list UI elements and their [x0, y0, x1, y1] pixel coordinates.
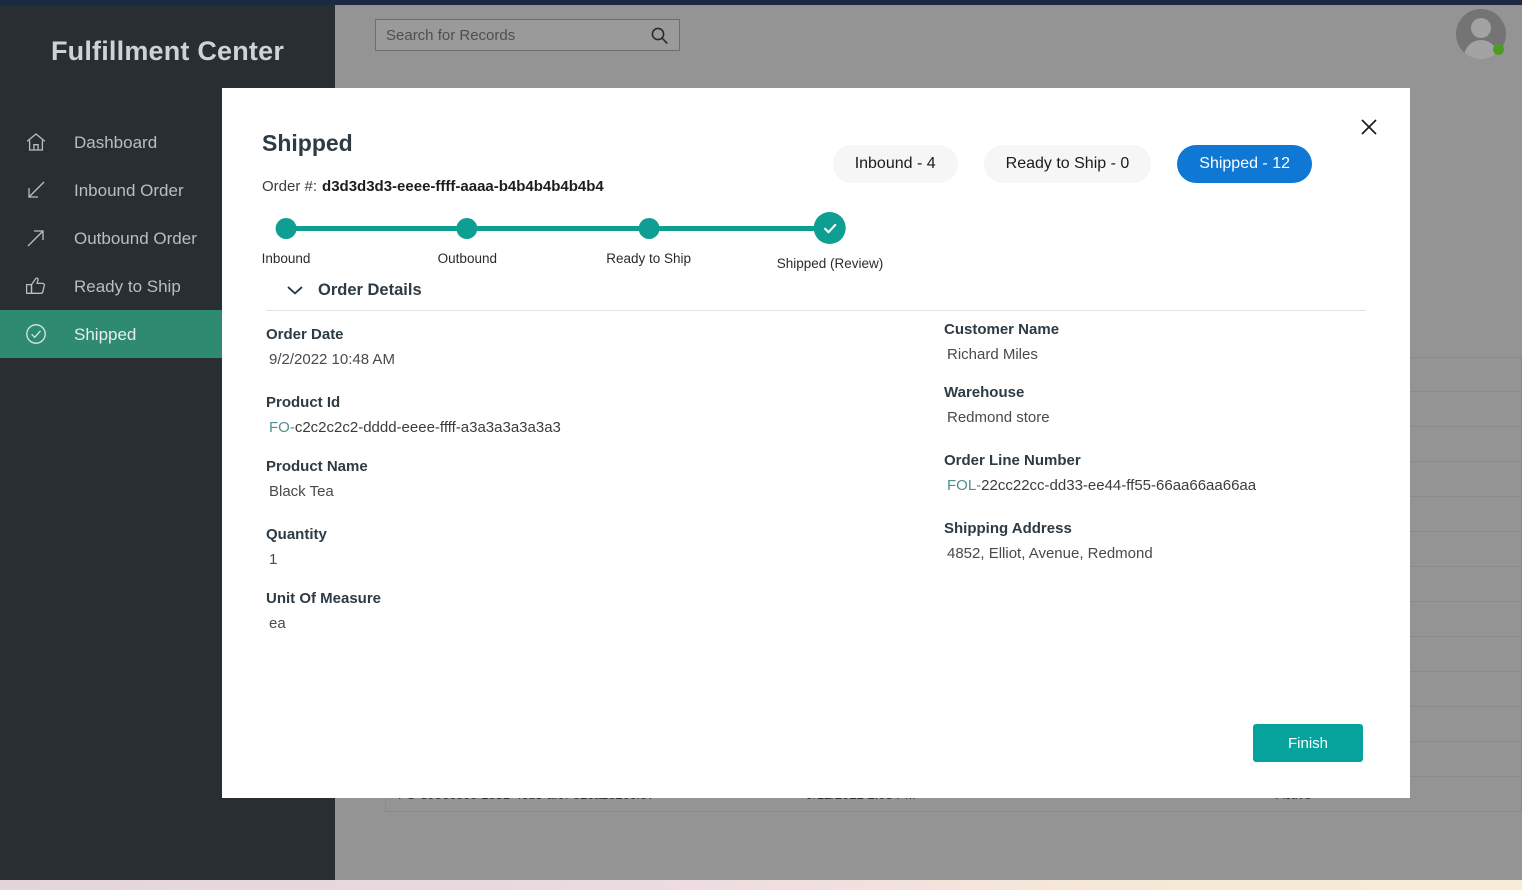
order-number-label: Order #: — [262, 178, 318, 195]
order-details-toggle[interactable]: Order Details — [282, 280, 422, 300]
step-check-icon — [814, 212, 846, 244]
stepper-step-label: Inbound — [261, 251, 311, 266]
arrow-down-left-icon — [24, 175, 58, 205]
field-value: ea — [269, 615, 286, 632]
avatar[interactable] — [1456, 9, 1506, 59]
field-value: Richard Miles — [947, 346, 1038, 363]
field-value-text: 22cc22cc-dd33-ee44-ff55-66aa66aa66aa — [981, 477, 1257, 494]
field-label: Customer Name — [944, 321, 1060, 338]
desktop-wallpaper — [0, 880, 1522, 890]
sidebar-item-label: Dashboard — [74, 132, 158, 152]
field-unit-of-measure: Unit Of Measure ea — [266, 590, 816, 632]
presence-status-dot — [1493, 44, 1504, 55]
window-titlebar-strip — [0, 0, 1522, 5]
finish-button[interactable]: Finish — [1253, 724, 1363, 762]
field-label: Order Line Number — [944, 452, 1081, 469]
status-pill-inbound[interactable]: Inbound - 4 — [832, 145, 958, 183]
sidebar-item-label: Shipped — [74, 324, 137, 344]
stepper-step-ready-to-ship[interactable]: Ready to Ship — [606, 208, 691, 266]
field-shipping-address: Shipping Address 4852, Elliot, Avenue, Re… — [944, 520, 1410, 562]
order-details-label: Order Details — [318, 280, 422, 299]
stepper-track — [286, 226, 830, 231]
order-number-value: d3d3d3d3-eeee-ffff-aaaa-b4b4b4b4b4b4 — [322, 178, 604, 195]
order-number: Order #: d3d3d3d3-eeee-ffff-aaaa-b4b4b4b4… — [262, 178, 604, 195]
chevron-down-icon — [282, 280, 308, 300]
shipped-order-modal: Shipped Order #: d3d3d3d3-eeee-ffff-aaaa-… — [222, 88, 1410, 798]
step-dot-icon — [638, 218, 660, 239]
field-value: FOL-22cc22cc-dd33-ee44-ff55-66aa66aa66aa — [944, 477, 1410, 494]
order-details-right-column: Customer Name Richard Miles Warehouse Redmo… — [222, 316, 1410, 584]
order-details-columns: Order Date 9/2/2022 10:48 AM Product Id FO-… — [222, 316, 1410, 654]
page-title: Shipped — [262, 130, 353, 156]
magnifier-icon[interactable] — [650, 26, 679, 45]
field-label: Warehouse — [944, 384, 1025, 401]
status-pill-shipped[interactable]: Shipped - 12 — [1177, 145, 1312, 183]
sidebar-item-label: Ready to Ship — [74, 276, 181, 296]
field-customer-name: Customer Name Richard Miles — [944, 321, 1410, 363]
field-warehouse: Warehouse Redmond store — [944, 384, 1410, 426]
field-value: Redmond store — [947, 409, 1050, 426]
stepper-step-label: Ready to Ship — [606, 251, 692, 266]
stepper-step-label: Outbound — [437, 251, 497, 266]
status-pill-ready-to-ship[interactable]: Ready to Ship - 0 — [983, 145, 1152, 183]
stepper-step-shipped-review[interactable]: Shipped (Review) — [776, 208, 884, 271]
close-icon[interactable] — [1352, 110, 1386, 144]
field-label: Unit Of Measure — [266, 590, 382, 607]
search-placeholder: Search for Records — [386, 26, 516, 44]
field-value-prefix: FOL- — [947, 477, 982, 494]
sidebar-item-label: Inbound Order — [74, 180, 184, 200]
status-filter-pills: Inbound - 4 Ready to Ship - 0 Shipped - 12 — [832, 145, 1312, 183]
field-label: Shipping Address — [944, 520, 1072, 537]
details-divider — [266, 310, 1366, 311]
field-value: 4852, Elliot, Avenue, Redmond — [947, 545, 1153, 562]
arrow-up-right-icon — [24, 223, 58, 253]
thumbs-up-icon — [24, 271, 58, 301]
search-input[interactable]: Search for Records — [375, 19, 680, 51]
app-brand-title: Fulfillment Center — [50, 36, 285, 66]
stepper-step-inbound[interactable]: Inbound — [261, 208, 311, 266]
field-order-line-number: Order Line Number FOL-22cc22cc-dd33-ee44-… — [944, 452, 1410, 494]
avatar-head — [1471, 18, 1491, 38]
home-icon — [24, 127, 58, 157]
check-circle-icon — [24, 319, 58, 349]
order-progress-stepper: Inbound Outbound Ready to Ship Shipped (Rev… — [262, 208, 883, 278]
sidebar-item-label: Outbound Order — [74, 228, 197, 248]
step-dot-icon — [275, 218, 297, 239]
step-dot-icon — [456, 218, 478, 239]
stepper-step-outbound[interactable]: Outbound — [438, 208, 497, 266]
stepper-step-label: Shipped (Review) — [776, 256, 884, 271]
app-root: Search for Records FO-395ec60c-1831-4cd3… — [0, 0, 1522, 890]
